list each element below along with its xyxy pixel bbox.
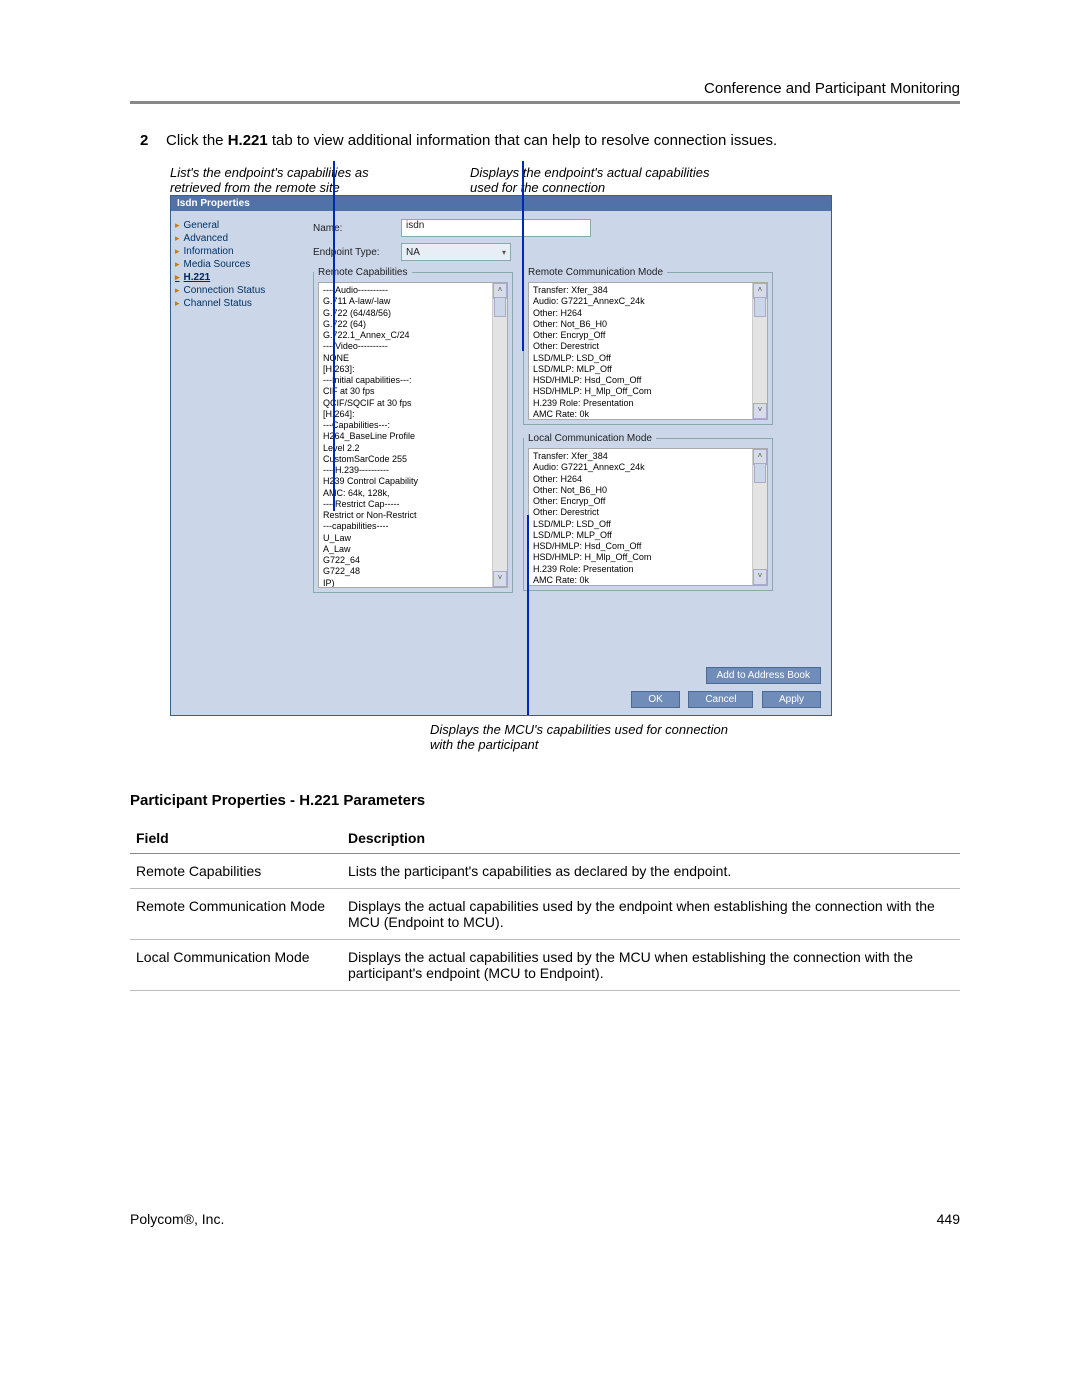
chevron-down-icon: ▾ — [502, 248, 506, 257]
nav-item-label: Channel Status — [184, 298, 252, 309]
step-bold: H.221 — [228, 132, 268, 149]
add-to-address-book-button[interactable]: Add to Address Book — [706, 667, 821, 684]
cancel-button[interactable]: Cancel — [688, 691, 753, 708]
page-header: Conference and Participant Monitoring — [130, 80, 960, 97]
scrollbar[interactable]: ˄ ˅ — [752, 283, 767, 419]
step-prefix: Click the — [166, 132, 228, 149]
local-comm-mode-box: Local Communication Mode Transfer: Xfer_… — [523, 433, 773, 591]
nav-item-label: H.221 — [184, 272, 211, 283]
arrow-icon: ▸ — [175, 285, 180, 296]
arrow-icon: ▸ — [175, 272, 180, 283]
annotation-remote-caps: List's the endpoint's capabilities as re… — [170, 165, 410, 195]
remote-comm-mode-text: Transfer: Xfer_384 Audio: G7221_AnnexC_2… — [533, 285, 763, 420]
footer-page-number: 449 — [937, 1211, 960, 1227]
arrow-icon: ▸ — [175, 233, 180, 244]
indicator-line — [527, 515, 529, 715]
nav-item-label: General — [184, 220, 220, 231]
name-label: Name: — [313, 223, 393, 234]
scrollbar[interactable]: ˄ ˅ — [492, 283, 507, 587]
field-cell: Remote Communication Mode — [130, 889, 342, 940]
endpoint-type-label: Endpoint Type: — [313, 247, 393, 258]
arrow-icon: ▸ — [175, 246, 180, 257]
nav-item-h-221[interactable]: ▸ H.221 — [175, 271, 305, 284]
scroll-down-icon[interactable]: ˅ — [493, 571, 507, 587]
arrow-icon: ▸ — [175, 259, 180, 270]
scrollbar[interactable]: ˄ ˅ — [752, 449, 767, 585]
step-text: Click the H.221 tab to view additional i… — [166, 132, 777, 149]
remote-comm-mode-legend: Remote Communication Mode — [524, 267, 667, 278]
step-instruction: 2 Click the H.221 tab to view additional… — [140, 132, 960, 149]
desc-cell: Lists the participant's capabilities as … — [342, 854, 960, 889]
col-field-header: Field — [130, 823, 342, 854]
remote-capabilities-legend: Remote Capabilities — [314, 267, 412, 278]
scroll-down-icon[interactable]: ˅ — [753, 403, 767, 419]
nav-item-label: Information — [184, 246, 234, 257]
endpoint-type-select[interactable]: NA ▾ — [401, 243, 511, 261]
remote-capabilities-text: ----Audio---------- G.711 A-law/-law G.7… — [323, 285, 503, 588]
isdn-properties-dialog: Isdn Properties ▸ General ▸ Advanced ▸ Inform… — [170, 195, 832, 716]
dialog-title: Isdn Properties — [171, 196, 831, 211]
step-number: 2 — [140, 132, 154, 149]
param-table: Field Description Remote CapabilitiesLis… — [130, 823, 960, 991]
table-row: Remote CapabilitiesLists the participant… — [130, 854, 960, 889]
footer-left: Polycom®, Inc. — [130, 1211, 224, 1227]
arrow-icon: ▸ — [175, 298, 180, 309]
col-desc-header: Description — [342, 823, 960, 854]
name-input[interactable]: isdn — [401, 219, 591, 237]
dialog-nav: ▸ General ▸ Advanced ▸ Information ▸ Media Sour… — [171, 211, 309, 661]
arrow-icon: ▸ — [175, 220, 180, 231]
scroll-down-icon[interactable]: ˅ — [753, 569, 767, 585]
field-cell: Local Communication Mode — [130, 940, 342, 991]
apply-button[interactable]: Apply — [762, 691, 821, 708]
annotation-remote-comm: Displays the endpoint's actual capabilit… — [470, 165, 730, 195]
nav-item-label: Connection Status — [184, 285, 266, 296]
step-suffix: tab to view additional information that … — [268, 132, 777, 149]
local-comm-mode-legend: Local Communication Mode — [524, 433, 656, 444]
nav-item-media-sources[interactable]: ▸ Media Sources — [175, 258, 305, 271]
table-row: Remote Communication ModeDisplays the ac… — [130, 889, 960, 940]
remote-capabilities-box: Remote Capabilities ----Audio---------- … — [313, 267, 513, 593]
nav-item-label: Advanced — [184, 233, 228, 244]
desc-cell: Displays the actual capabilities used by… — [342, 889, 960, 940]
divider — [130, 101, 960, 104]
remote-capabilities-list[interactable]: ----Audio---------- G.711 A-law/-law G.7… — [318, 282, 508, 588]
endpoint-type-value: NA — [406, 247, 420, 258]
desc-cell: Displays the actual capabilities used by… — [342, 940, 960, 991]
local-comm-mode-list[interactable]: Transfer: Xfer_384 Audio: G7221_AnnexC_2… — [528, 448, 768, 586]
nav-item-information[interactable]: ▸ Information — [175, 245, 305, 258]
nav-item-channel-status[interactable]: ▸ Channel Status — [175, 297, 305, 310]
field-cell: Remote Capabilities — [130, 854, 342, 889]
nav-item-advanced[interactable]: ▸ Advanced — [175, 232, 305, 245]
ok-button[interactable]: OK — [631, 691, 679, 708]
annotation-local-comm: Displays the MCU's capabilities used for… — [430, 722, 750, 752]
indicator-line — [522, 161, 524, 351]
table-row: Local Communication ModeDisplays the act… — [130, 940, 960, 991]
remote-comm-mode-box: Remote Communication Mode Transfer: Xfer… — [523, 267, 773, 425]
local-comm-mode-text: Transfer: Xfer_384 Audio: G7221_AnnexC_2… — [533, 451, 763, 586]
nav-item-label: Media Sources — [184, 259, 251, 270]
indicator-line — [333, 161, 335, 511]
nav-item-connection-status[interactable]: ▸ Connection Status — [175, 284, 305, 297]
remote-comm-mode-list[interactable]: Transfer: Xfer_384 Audio: G7221_AnnexC_2… — [528, 282, 768, 420]
param-table-title: Participant Properties - H.221 Parameter… — [130, 792, 960, 809]
nav-item-general[interactable]: ▸ General — [175, 219, 305, 232]
